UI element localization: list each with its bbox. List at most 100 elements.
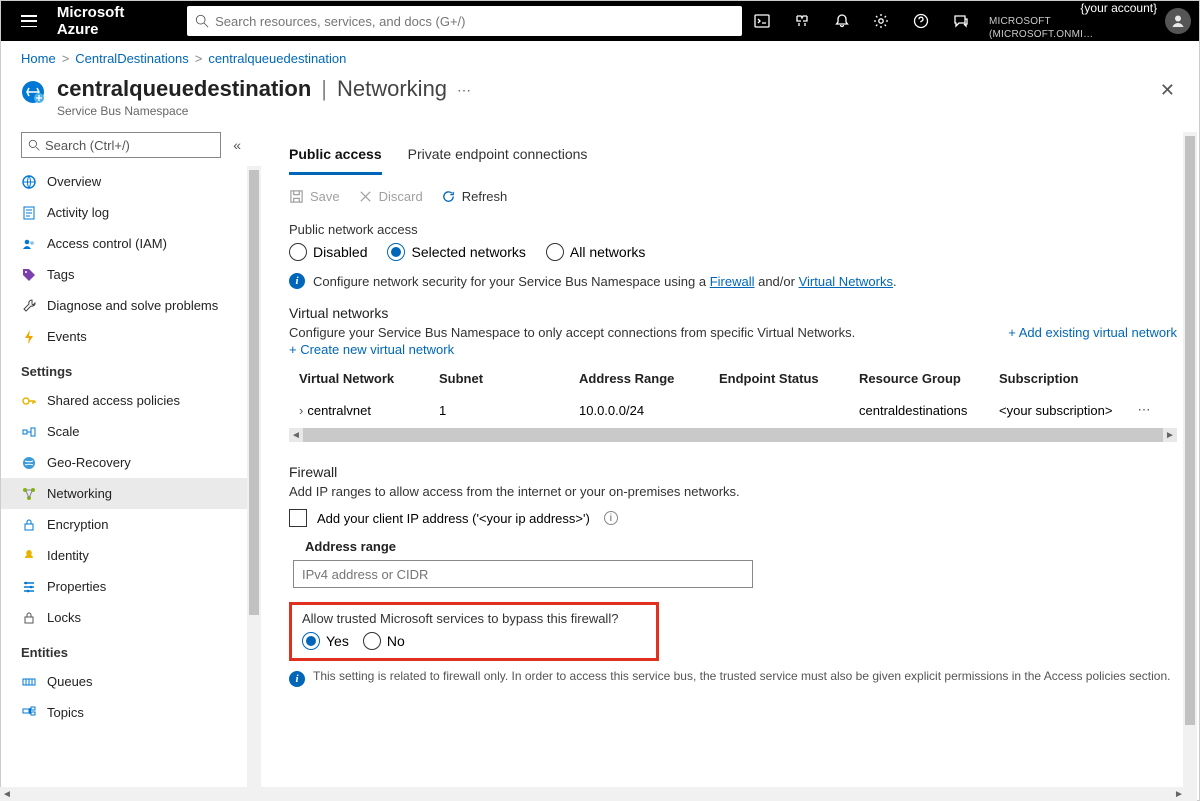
- add-client-ip-checkbox[interactable]: [289, 509, 307, 527]
- radio-disabled[interactable]: Disabled: [289, 243, 367, 261]
- menu-access-control[interactable]: Access control (IAM): [1, 228, 261, 259]
- menu-activity-log[interactable]: Activity log: [1, 197, 261, 228]
- feedback-icon[interactable]: [941, 1, 981, 41]
- firewall-link[interactable]: Firewall: [710, 274, 755, 289]
- chevron-right-icon: >: [62, 51, 70, 66]
- trusted-note: i This setting is related to firewall on…: [289, 669, 1177, 687]
- menu-queues[interactable]: Queues: [1, 666, 261, 697]
- discard-icon: [358, 189, 373, 204]
- blade-title: centralqueuedestination | Networking: [57, 76, 447, 102]
- directories-icon[interactable]: [782, 1, 822, 41]
- key-icon: [21, 393, 37, 409]
- globe-icon: [21, 455, 37, 471]
- firewall-heading: Firewall: [289, 464, 1177, 480]
- wrench-icon: [21, 298, 37, 314]
- menu-scrollbar[interactable]: [247, 166, 261, 801]
- identity-icon: [21, 548, 37, 564]
- vnets-link[interactable]: Virtual Networks: [799, 274, 893, 289]
- create-new-vnet-link[interactable]: + Create new virtual network: [289, 342, 855, 357]
- menu-tags[interactable]: Tags: [1, 259, 261, 290]
- menu-search[interactable]: Search (Ctrl+/): [21, 132, 221, 158]
- tab-private-endpoints[interactable]: Private endpoint connections: [408, 138, 588, 175]
- trusted-question: Allow trusted Microsoft services to bypa…: [302, 611, 646, 626]
- menu-geo-recovery[interactable]: Geo-Recovery: [1, 447, 261, 478]
- menu-group-entities: Entities: [1, 633, 261, 666]
- global-search[interactable]: [187, 6, 742, 36]
- menu-search-placeholder: Search (Ctrl+/): [45, 138, 130, 153]
- tag-icon: [21, 267, 37, 283]
- avatar[interactable]: [1165, 8, 1191, 34]
- row-more-actions[interactable]: ⋯: [1129, 402, 1159, 418]
- add-existing-vnet-link[interactable]: + Add existing virtual network: [1008, 325, 1177, 340]
- menu-identity[interactable]: Identity: [1, 540, 261, 571]
- menu-locks[interactable]: Locks: [1, 602, 261, 633]
- discard-button[interactable]: Discard: [358, 189, 423, 204]
- tenant-name: MICROSOFT (MICROSOFT.ONMI…: [989, 15, 1157, 41]
- menu-topics[interactable]: Topics: [1, 697, 261, 728]
- table-h-scrollbar[interactable]: ◄►: [289, 428, 1177, 442]
- search-icon: [195, 14, 209, 28]
- table-row[interactable]: ›centralvnet 1 10.0.0.0/24 centraldestin…: [289, 394, 1177, 426]
- top-bar: Microsoft Azure {your account} MICROSOFT…: [1, 1, 1199, 41]
- chevron-right-icon[interactable]: ›: [299, 403, 303, 418]
- menu-networking[interactable]: Networking: [1, 478, 261, 509]
- menu-shared-access[interactable]: Shared access policies: [1, 385, 261, 416]
- menu-scale[interactable]: Scale: [1, 416, 261, 447]
- public-access-radio-group: Disabled Selected networks All networks: [289, 243, 1177, 261]
- breadcrumb-parent[interactable]: CentralDestinations: [75, 51, 188, 66]
- menu-events[interactable]: Events: [1, 321, 261, 352]
- service-bus-icon: [21, 80, 45, 104]
- save-button[interactable]: Save: [289, 189, 340, 204]
- tabs: Public access Private endpoint connectio…: [289, 138, 1177, 175]
- toolbar: Save Discard Refresh: [289, 189, 1177, 204]
- globe-icon: [21, 174, 37, 190]
- network-icon: [21, 486, 37, 502]
- close-blade-button[interactable]: ✕: [1156, 76, 1179, 105]
- page-h-scrollbar[interactable]: ◄►: [0, 787, 1186, 801]
- cloud-shell-icon[interactable]: [742, 1, 782, 41]
- add-client-ip-label: Add your client IP address ('<your ip ad…: [317, 511, 590, 526]
- resource-type: Service Bus Namespace: [57, 104, 447, 118]
- breadcrumb-current[interactable]: centralqueuedestination: [208, 51, 346, 66]
- help-icon[interactable]: [901, 1, 941, 41]
- menu-diagnose[interactable]: Diagnose and solve problems: [1, 290, 261, 321]
- refresh-button[interactable]: Refresh: [441, 189, 508, 204]
- account-info[interactable]: {your account} MICROSOFT (MICROSOFT.ONMI…: [989, 2, 1157, 41]
- chevron-right-icon: >: [195, 51, 203, 66]
- menu-group-settings: Settings: [1, 352, 261, 385]
- trusted-no-radio[interactable]: No: [363, 632, 405, 650]
- content-scrollbar[interactable]: [1183, 132, 1197, 801]
- save-icon: [289, 189, 304, 204]
- radio-all-networks[interactable]: All networks: [546, 243, 645, 261]
- account-name: {your account}: [1080, 2, 1157, 15]
- menu-properties[interactable]: Properties: [1, 571, 261, 602]
- trusted-services-highlight: Allow trusted Microsoft services to bypa…: [289, 602, 659, 661]
- global-search-input[interactable]: [215, 14, 734, 29]
- hamburger-menu[interactable]: [9, 1, 49, 41]
- address-range-label: Address range: [305, 539, 1177, 554]
- settings-icon[interactable]: [862, 1, 902, 41]
- radio-selected-networks[interactable]: Selected networks: [387, 243, 525, 261]
- notifications-icon[interactable]: [822, 1, 862, 41]
- tab-public-access[interactable]: Public access: [289, 138, 382, 175]
- scale-icon: [21, 424, 37, 440]
- bolt-icon: [21, 329, 37, 345]
- vnets-desc: Configure your Service Bus Namespace to …: [289, 325, 855, 340]
- info-icon: i: [289, 273, 305, 289]
- collapse-menu-button[interactable]: «: [233, 137, 241, 153]
- brand-label: Microsoft Azure: [57, 4, 169, 38]
- menu-encryption[interactable]: Encryption: [1, 509, 261, 540]
- firewall-desc: Add IP ranges to allow access from the i…: [289, 484, 1177, 499]
- resource-menu: Search (Ctrl+/) « Overview Activity log …: [1, 132, 261, 801]
- breadcrumb-home[interactable]: Home: [21, 51, 56, 66]
- lock-icon: [21, 517, 37, 533]
- info-tooltip-icon[interactable]: i: [604, 511, 618, 525]
- address-range-input[interactable]: [293, 560, 753, 588]
- more-actions-icon[interactable]: ⋯: [457, 82, 471, 99]
- menu-overview[interactable]: Overview: [1, 166, 261, 197]
- props-icon: [21, 579, 37, 595]
- info-icon: i: [289, 671, 305, 687]
- log-icon: [21, 205, 37, 221]
- network-security-info: i Configure network security for your Se…: [289, 273, 1177, 289]
- trusted-yes-radio[interactable]: Yes: [302, 632, 349, 650]
